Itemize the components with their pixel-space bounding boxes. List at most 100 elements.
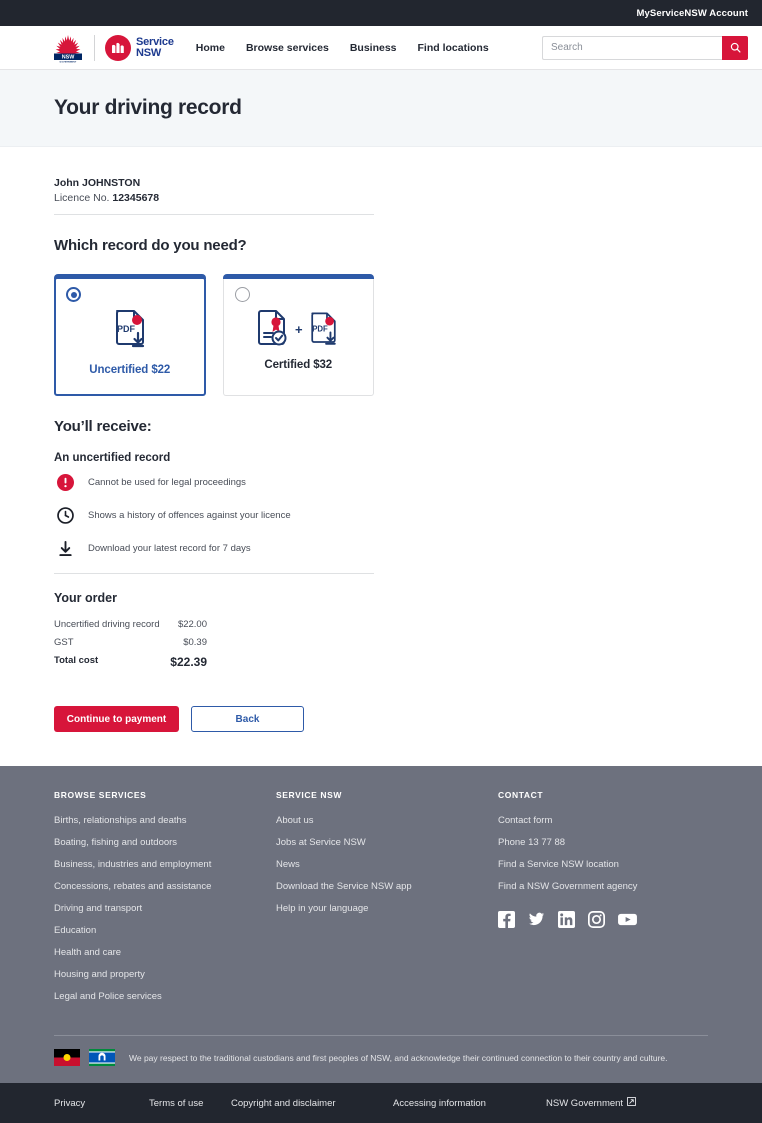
option-card-uncertified[interactable]: PDF Uncertified $22: [54, 274, 206, 396]
footer-columns: BROWSE SERVICES Births, relationships an…: [54, 790, 708, 1013]
footer-link[interactable]: Find a Service NSW location: [498, 859, 708, 870]
logo-divider: [94, 34, 95, 61]
footer-link[interactable]: Housing and property: [54, 969, 276, 980]
wordmark-line-1: Service: [136, 35, 174, 48]
footer-link[interactable]: Education: [54, 925, 276, 936]
receive-item: Shows a history of offences against your…: [54, 507, 374, 524]
footer-link[interactable]: News: [276, 859, 498, 870]
option-label-certified: Certified $32: [264, 359, 333, 371]
back-button[interactable]: Back: [191, 706, 304, 732]
footer-link[interactable]: Jobs at Service NSW: [276, 837, 498, 848]
nsw-government-logo: NSW GOVERNMENT: [54, 34, 82, 63]
search-submit-button[interactable]: [722, 35, 748, 60]
footer-link[interactable]: Concessions, rebates and assistance: [54, 881, 276, 892]
main-nav: Home Browse services Business Find locat…: [196, 42, 489, 54]
bottom-bar: Privacy Terms of use Copyright and discl…: [0, 1083, 762, 1123]
footer-link[interactable]: Download the Service NSW app: [276, 881, 498, 892]
search-input[interactable]: [542, 35, 722, 60]
nav-item-find-locations[interactable]: Find locations: [418, 42, 489, 54]
footer-link[interactable]: Phone 13 77 88: [498, 837, 708, 848]
bottom-link-privacy[interactable]: Privacy: [54, 1098, 149, 1109]
card-top-accent: [222, 274, 374, 279]
footer-link[interactable]: Boating, fishing and outdoors: [54, 837, 276, 848]
myservicensw-account-link[interactable]: MyServiceNSW Account: [637, 8, 748, 19]
service-nsw-logo[interactable]: Service NSW: [105, 34, 174, 61]
bottom-link-terms-of-use[interactable]: Terms of use: [149, 1098, 231, 1109]
bottom-link-label: Accessing information: [393, 1097, 486, 1109]
svg-text:GOVERNMENT: GOVERNMENT: [60, 61, 77, 63]
wordmark-line-2: NSW: [136, 46, 162, 59]
acknowledgement-bar: We pay respect to the traditional custod…: [54, 1036, 708, 1083]
footer-heading: BROWSE SERVICES: [54, 790, 147, 800]
acknowledgement-text: We pay respect to the traditional custod…: [129, 1052, 668, 1063]
footer-heading: SERVICE NSW: [276, 790, 342, 800]
footer-link[interactable]: Births, relationships and deaths: [54, 815, 276, 826]
service-nsw-wordmark: Service NSW: [136, 35, 174, 59]
main-content: John JOHNSTON Licence No. 12345678 Which…: [0, 147, 762, 732]
instagram-icon[interactable]: [587, 910, 606, 933]
receive-item-text: Shows a history of offences against your…: [88, 510, 291, 521]
licence-number-line: Licence No. 12345678: [54, 192, 374, 204]
footer-link[interactable]: Driving and transport: [54, 903, 276, 914]
svg-text:PDF: PDF: [117, 324, 136, 334]
footer-link[interactable]: Health and care: [54, 947, 276, 958]
order-total-value: $22.39: [170, 655, 207, 669]
order-total-label: Total cost: [54, 655, 99, 666]
logo-group[interactable]: NSW GOVERNMENT Service NSW: [52, 33, 174, 63]
page-title-band: Your driving record: [0, 70, 762, 147]
nav-item-browse-services[interactable]: Browse services: [246, 42, 329, 54]
alert-icon: [54, 474, 76, 491]
action-buttons: Continue to payment Back: [54, 706, 374, 732]
receive-list: Cannot be used for legal proceedings Sho…: [54, 474, 374, 557]
social-links: [498, 910, 708, 933]
divider: [54, 214, 374, 215]
footer-link[interactable]: Find a NSW Government agency: [498, 881, 708, 892]
licence-number-label: Licence No.: [54, 192, 110, 204]
footer-link[interactable]: Contact form: [498, 815, 708, 826]
certificate-seal-icon: [257, 310, 287, 346]
bottom-link-label: Privacy: [54, 1097, 86, 1109]
order-row: Uncertified driving record $22.00: [54, 619, 207, 630]
radio-certified[interactable]: [234, 287, 250, 302]
nav-item-business[interactable]: Business: [350, 42, 397, 54]
option-label-uncertified: Uncertified $22: [89, 364, 171, 376]
bottom-link-accessing-information[interactable]: Accessing information: [393, 1098, 546, 1109]
receive-subheading: An uncertified record: [54, 452, 171, 464]
twitter-icon[interactable]: [528, 911, 545, 933]
bottom-link-label: Copyright and disclaimer: [231, 1097, 336, 1109]
footer-column-contact: CONTACT Contact form Phone 13 77 88 Find…: [498, 790, 708, 1013]
order-row-label: GST: [54, 637, 74, 648]
card-top-accent: [54, 274, 206, 279]
receive-item-text: Download your latest record for 7 days: [88, 543, 251, 554]
footer-link[interactable]: About us: [276, 815, 498, 826]
external-link-icon: [627, 1097, 636, 1109]
linkedin-icon[interactable]: [558, 911, 575, 933]
record-choice-heading: Which record do you need?: [54, 237, 247, 254]
nav-item-home[interactable]: Home: [196, 42, 225, 54]
service-nsw-badge-icon: [105, 34, 131, 61]
footer-link[interactable]: Business, industries and employment: [54, 859, 276, 870]
bottom-link-copyright-and-disclaimer[interactable]: Copyright and disclaimer: [231, 1098, 393, 1109]
footer-link[interactable]: Help in your language: [276, 903, 498, 914]
order-row-label: Uncertified driving record: [54, 619, 160, 630]
youtube-icon[interactable]: [618, 911, 637, 933]
continue-to-payment-button[interactable]: Continue to payment: [54, 706, 179, 732]
pdf-download-icon: PDF: [310, 312, 336, 345]
bottom-link-label: NSW Government: [546, 1097, 624, 1109]
receive-item: Cannot be used for legal proceedings: [54, 474, 374, 491]
licence-number-value: 12345678: [112, 192, 160, 204]
divider: [54, 573, 374, 574]
facebook-icon[interactable]: [498, 911, 515, 933]
order-heading: Your order: [54, 591, 117, 605]
radio-uncertified[interactable]: [66, 287, 81, 302]
bottom-link-nsw-government[interactable]: NSW Government: [546, 1097, 636, 1109]
clock-icon: [54, 507, 76, 524]
order-summary: Uncertified driving record $22.00 GST $0…: [54, 619, 207, 669]
footer-link[interactable]: Legal and Police services: [54, 991, 276, 1002]
receive-item: Download your latest record for 7 days: [54, 540, 374, 557]
licence-holder-block: John JOHNSTON Licence No. 12345678: [54, 177, 374, 215]
licence-holder-name: John JOHNSTON: [54, 177, 141, 189]
receive-heading: You’ll receive:: [54, 418, 152, 435]
utility-bar: MyServiceNSW Account: [0, 0, 762, 26]
option-card-certified[interactable]: + PDF Certified $32: [222, 274, 374, 396]
